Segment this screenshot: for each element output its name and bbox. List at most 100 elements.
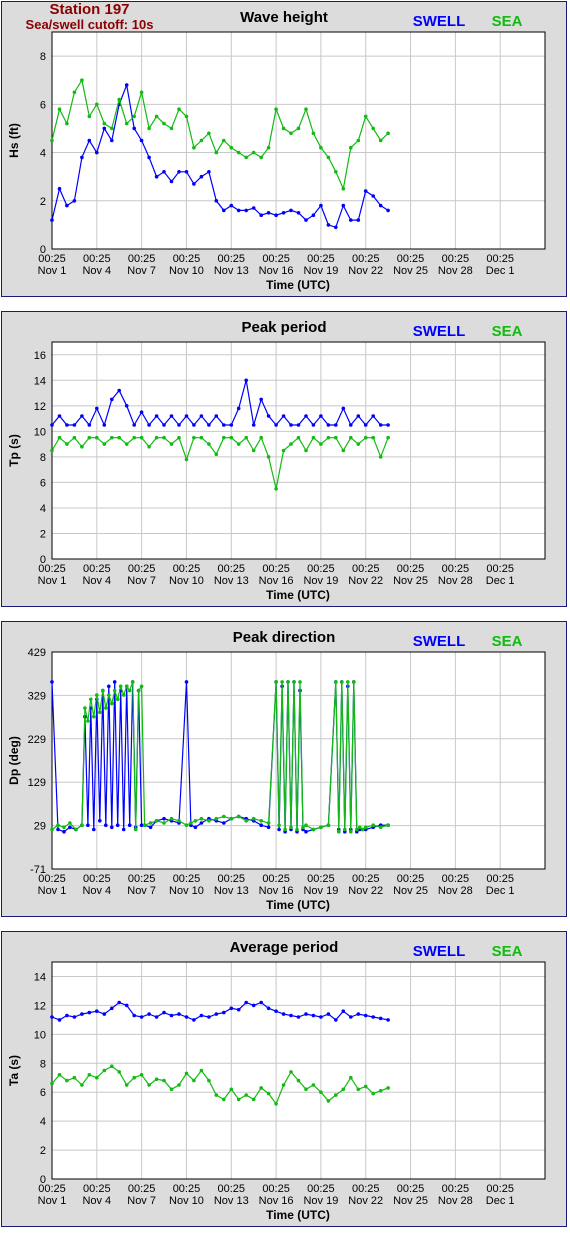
point-swell xyxy=(154,414,159,418)
point-swell xyxy=(192,182,196,186)
x-tick-date: Nov 28 xyxy=(438,1195,473,1207)
point-sea xyxy=(319,825,323,830)
point-swell xyxy=(192,423,196,427)
point-sea xyxy=(386,823,390,827)
y-tick-label: 2 xyxy=(40,1145,46,1157)
point-sea xyxy=(281,448,286,453)
panel-wave-height: 0 2 4 6 8 00:25 Nov 1 00:25 Nov 4 00:25 Nov 7 00:25… xyxy=(1,1,567,297)
point-sea xyxy=(298,680,302,684)
point-swell xyxy=(214,199,219,203)
point-swell xyxy=(184,170,189,174)
point-sea xyxy=(139,90,144,95)
point-sea xyxy=(98,710,102,715)
x-tick-time: 00:25 xyxy=(128,1183,156,1195)
point-sea xyxy=(72,1075,77,1080)
point-sea xyxy=(356,442,361,446)
point-sea xyxy=(83,706,87,710)
point-swell xyxy=(266,211,271,215)
point-swell xyxy=(259,1000,264,1005)
x-tick-date: Dec 1 xyxy=(486,1195,515,1207)
point-swell xyxy=(371,194,376,198)
point-sea xyxy=(277,823,281,827)
point-swell xyxy=(222,423,226,427)
y-tick-label: 4 xyxy=(40,1116,46,1128)
point-swell xyxy=(363,1013,368,1018)
point-swell xyxy=(277,827,281,832)
point-sea xyxy=(199,435,204,440)
point-sea xyxy=(349,1075,353,1080)
point-swell xyxy=(184,414,189,418)
x-tick-time: 00:25 xyxy=(486,563,514,575)
point-swell xyxy=(65,1013,69,1018)
y-tick-label: 4 xyxy=(40,503,46,515)
point-sea xyxy=(117,1070,121,1074)
point-swell xyxy=(266,414,271,418)
point-swell xyxy=(296,1015,301,1019)
x-tick-time: 00:25 xyxy=(173,873,201,885)
x-tick-date: Nov 10 xyxy=(169,1195,204,1207)
point-sea xyxy=(57,435,62,440)
point-sea xyxy=(207,819,211,823)
point-sea xyxy=(184,457,189,462)
point-sea xyxy=(334,680,338,684)
point-sea xyxy=(280,680,284,684)
point-swell xyxy=(86,823,90,827)
y-tick-label: 10 xyxy=(34,1029,46,1041)
point-swell xyxy=(274,1009,278,1013)
point-swell xyxy=(110,1006,114,1011)
point-swell xyxy=(184,680,189,684)
point-swell xyxy=(304,218,308,222)
point-sea xyxy=(50,448,54,453)
x-tick-date: Nov 1 xyxy=(38,265,67,277)
point-sea xyxy=(349,435,353,440)
point-swell xyxy=(371,414,376,418)
point-swell xyxy=(132,126,136,131)
point-sea xyxy=(177,819,181,823)
point-swell xyxy=(236,208,241,213)
x-tick-time: 00:25 xyxy=(307,253,335,265)
point-swell xyxy=(236,406,241,411)
point-swell xyxy=(107,684,111,689)
x-tick-date: Nov 10 xyxy=(169,575,204,587)
x-tick-time: 00:25 xyxy=(173,253,201,265)
x-tick-time: 00:25 xyxy=(262,873,290,885)
point-sea xyxy=(124,442,129,446)
point-sea xyxy=(68,821,72,825)
point-sea xyxy=(107,693,111,697)
point-swell xyxy=(50,218,54,222)
point-sea xyxy=(136,688,141,693)
x-tick-date: Nov 28 xyxy=(438,265,473,277)
point-sea xyxy=(110,1064,114,1068)
point-sea xyxy=(147,1083,151,1087)
point-sea xyxy=(147,444,151,449)
x-tick-time: 00:25 xyxy=(262,1183,290,1195)
x-tick-time: 00:25 xyxy=(397,873,425,885)
point-swell xyxy=(115,823,120,827)
point-swell xyxy=(117,1000,121,1005)
point-swell xyxy=(341,406,346,411)
point-swell xyxy=(192,1018,196,1022)
chart-peak-period: 024681012141600:25Nov 100:25Nov 400:25No… xyxy=(7,319,546,602)
point-sea xyxy=(87,114,92,119)
point-swell xyxy=(169,414,174,418)
point-sea xyxy=(301,825,305,830)
y-tick-label: 6 xyxy=(40,99,46,111)
point-swell xyxy=(62,829,66,834)
point-sea xyxy=(244,1093,248,1097)
point-sea xyxy=(304,107,308,111)
plot-area xyxy=(51,341,546,560)
point-sea xyxy=(80,823,84,827)
point-swell xyxy=(363,189,368,193)
point-sea xyxy=(214,150,219,155)
x-axis-label: Time (UTC) xyxy=(266,588,330,602)
point-swell xyxy=(50,1015,54,1019)
point-swell xyxy=(229,423,234,427)
point-swell xyxy=(132,1013,136,1018)
y-tick-label: 6 xyxy=(40,477,46,489)
x-tick-time: 00:25 xyxy=(83,563,111,575)
point-sea xyxy=(95,693,99,697)
point-sea xyxy=(311,1083,316,1087)
y-tick-label: 129 xyxy=(28,777,46,789)
point-sea xyxy=(169,126,174,131)
point-sea xyxy=(289,825,293,830)
